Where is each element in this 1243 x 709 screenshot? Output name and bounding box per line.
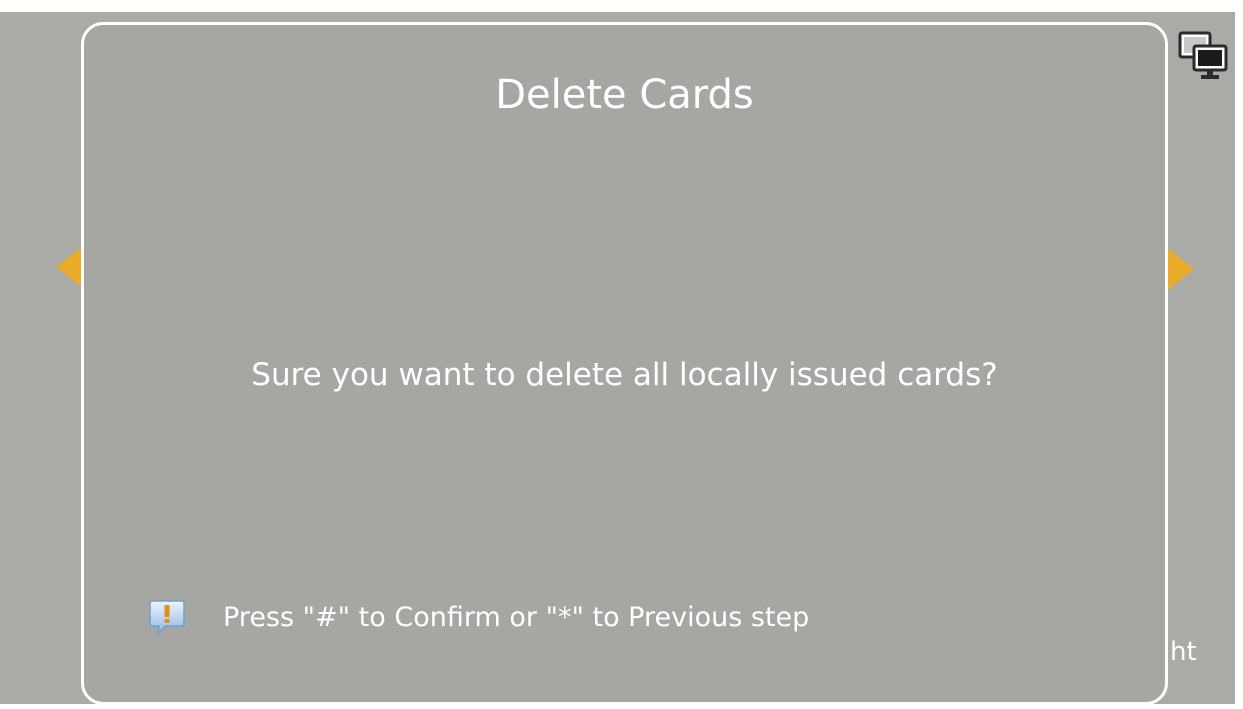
hint-text: Press "#" to Confirm or "*" to Previous …: [223, 602, 810, 633]
dialog-title: Delete Cards: [495, 72, 754, 118]
prev-arrow-icon[interactable]: [56, 246, 83, 288]
next-arrow-icon[interactable]: [1168, 248, 1194, 290]
screen: ht Delete Cards Sure you want to delete …: [0, 0, 1243, 709]
top-border: [0, 0, 1243, 12]
exclamation-speech-bubble-icon: [149, 600, 185, 637]
key-hint: Press "#" to Confirm or "*" to Previous …: [149, 593, 809, 643]
confirmation-message: Sure you want to delete all locally issu…: [251, 357, 998, 393]
background-text-fragment: ht: [1170, 637, 1197, 667]
delete-cards-dialog: Delete Cards Sure you want to delete all…: [81, 22, 1168, 705]
right-border: [1235, 0, 1243, 709]
dual-monitor-icon: [1178, 31, 1228, 79]
